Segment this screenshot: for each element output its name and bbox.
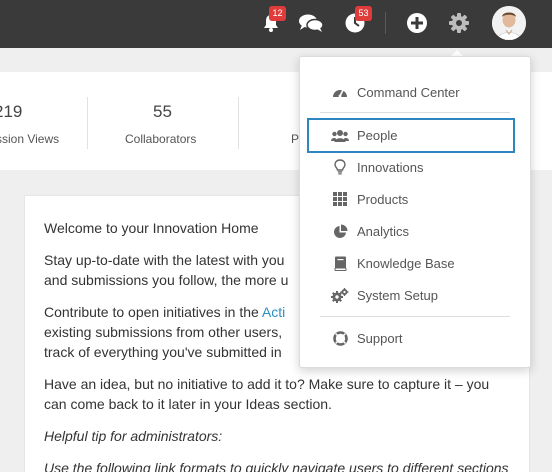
avatar-image: [492, 6, 526, 40]
menu-item-label: Analytics: [357, 223, 410, 239]
lightbulb-icon: [329, 159, 351, 175]
stat-third-label: P: [291, 132, 300, 146]
grid-icon: [329, 192, 351, 206]
menu-item-label: Support: [357, 330, 403, 346]
menu-item-analytics[interactable]: Analytics: [307, 216, 515, 246]
add-button[interactable]: [402, 8, 432, 38]
menu-item-label: System Setup: [357, 287, 438, 303]
menu-item-label: Innovations: [357, 159, 424, 175]
menu-divider: [320, 316, 510, 317]
stat-collaborators-label: Collaborators: [125, 132, 197, 146]
stat-submission-views-value: 219: [0, 102, 23, 121]
messages-button[interactable]: [296, 8, 326, 38]
admin-tip-title: Helpful tip for administrators:: [44, 426, 524, 446]
people-icon: [329, 129, 351, 143]
chat-icon: [299, 14, 324, 32]
menu-divider: [320, 112, 510, 113]
welcome-paragraph-3-line-1: Have an idea, but no initiative to add i…: [44, 376, 490, 392]
cogs-icon: [329, 287, 351, 303]
dashboard-icon: [329, 85, 351, 99]
pie-chart-icon: [329, 224, 351, 239]
menu-item-command-center[interactable]: Command Center: [307, 77, 515, 107]
settings-button[interactable]: [444, 8, 474, 38]
active-initiatives-link[interactable]: Acti: [262, 304, 285, 320]
menu-item-label: Command Center: [357, 84, 460, 100]
toolbar-divider: [385, 12, 386, 34]
menu-item-knowledge-base[interactable]: Knowledge Base: [307, 248, 515, 278]
menu-item-support[interactable]: Support: [307, 323, 515, 353]
welcome-paragraph-3-line-2: can come back to it later in your Ideas …: [44, 396, 332, 412]
user-avatar[interactable]: [492, 6, 526, 40]
stat-submission-views-label: ssion Views: [0, 132, 60, 146]
stat-divider: [87, 97, 88, 149]
admin-tip-title-text: Helpful tip for administrators:: [44, 428, 223, 444]
notifications-count-badge: 12: [269, 6, 286, 21]
menu-item-products[interactable]: Products: [307, 184, 515, 214]
menu-item-system-setup[interactable]: System Setup: [307, 280, 515, 310]
activity-count-badge: 53: [355, 6, 372, 21]
menu-item-label: People: [357, 128, 398, 143]
lifebuoy-icon: [329, 330, 351, 346]
add-icon: [407, 13, 427, 33]
book-icon: [329, 256, 351, 271]
menu-item-label: Products: [357, 191, 409, 207]
gear-icon: [449, 13, 469, 33]
menu-item-people[interactable]: People: [307, 118, 515, 153]
menu-item-label: Knowledge Base: [357, 255, 455, 271]
menu-item-innovations[interactable]: Innovations: [307, 152, 515, 182]
stat-collaborators-value: 55: [153, 102, 172, 121]
stat-divider: [238, 97, 239, 149]
top-navigation-bar: 12 53: [0, 0, 552, 48]
welcome-paragraph-2-text: Contribute to open initiatives in the: [44, 304, 262, 320]
admin-tip-body-text: Use the following link formats to quickl…: [44, 460, 509, 472]
admin-tip-body: Use the following link formats to quickl…: [44, 458, 524, 472]
notifications-button[interactable]: 12: [256, 6, 286, 38]
activity-button[interactable]: 53: [340, 6, 372, 38]
